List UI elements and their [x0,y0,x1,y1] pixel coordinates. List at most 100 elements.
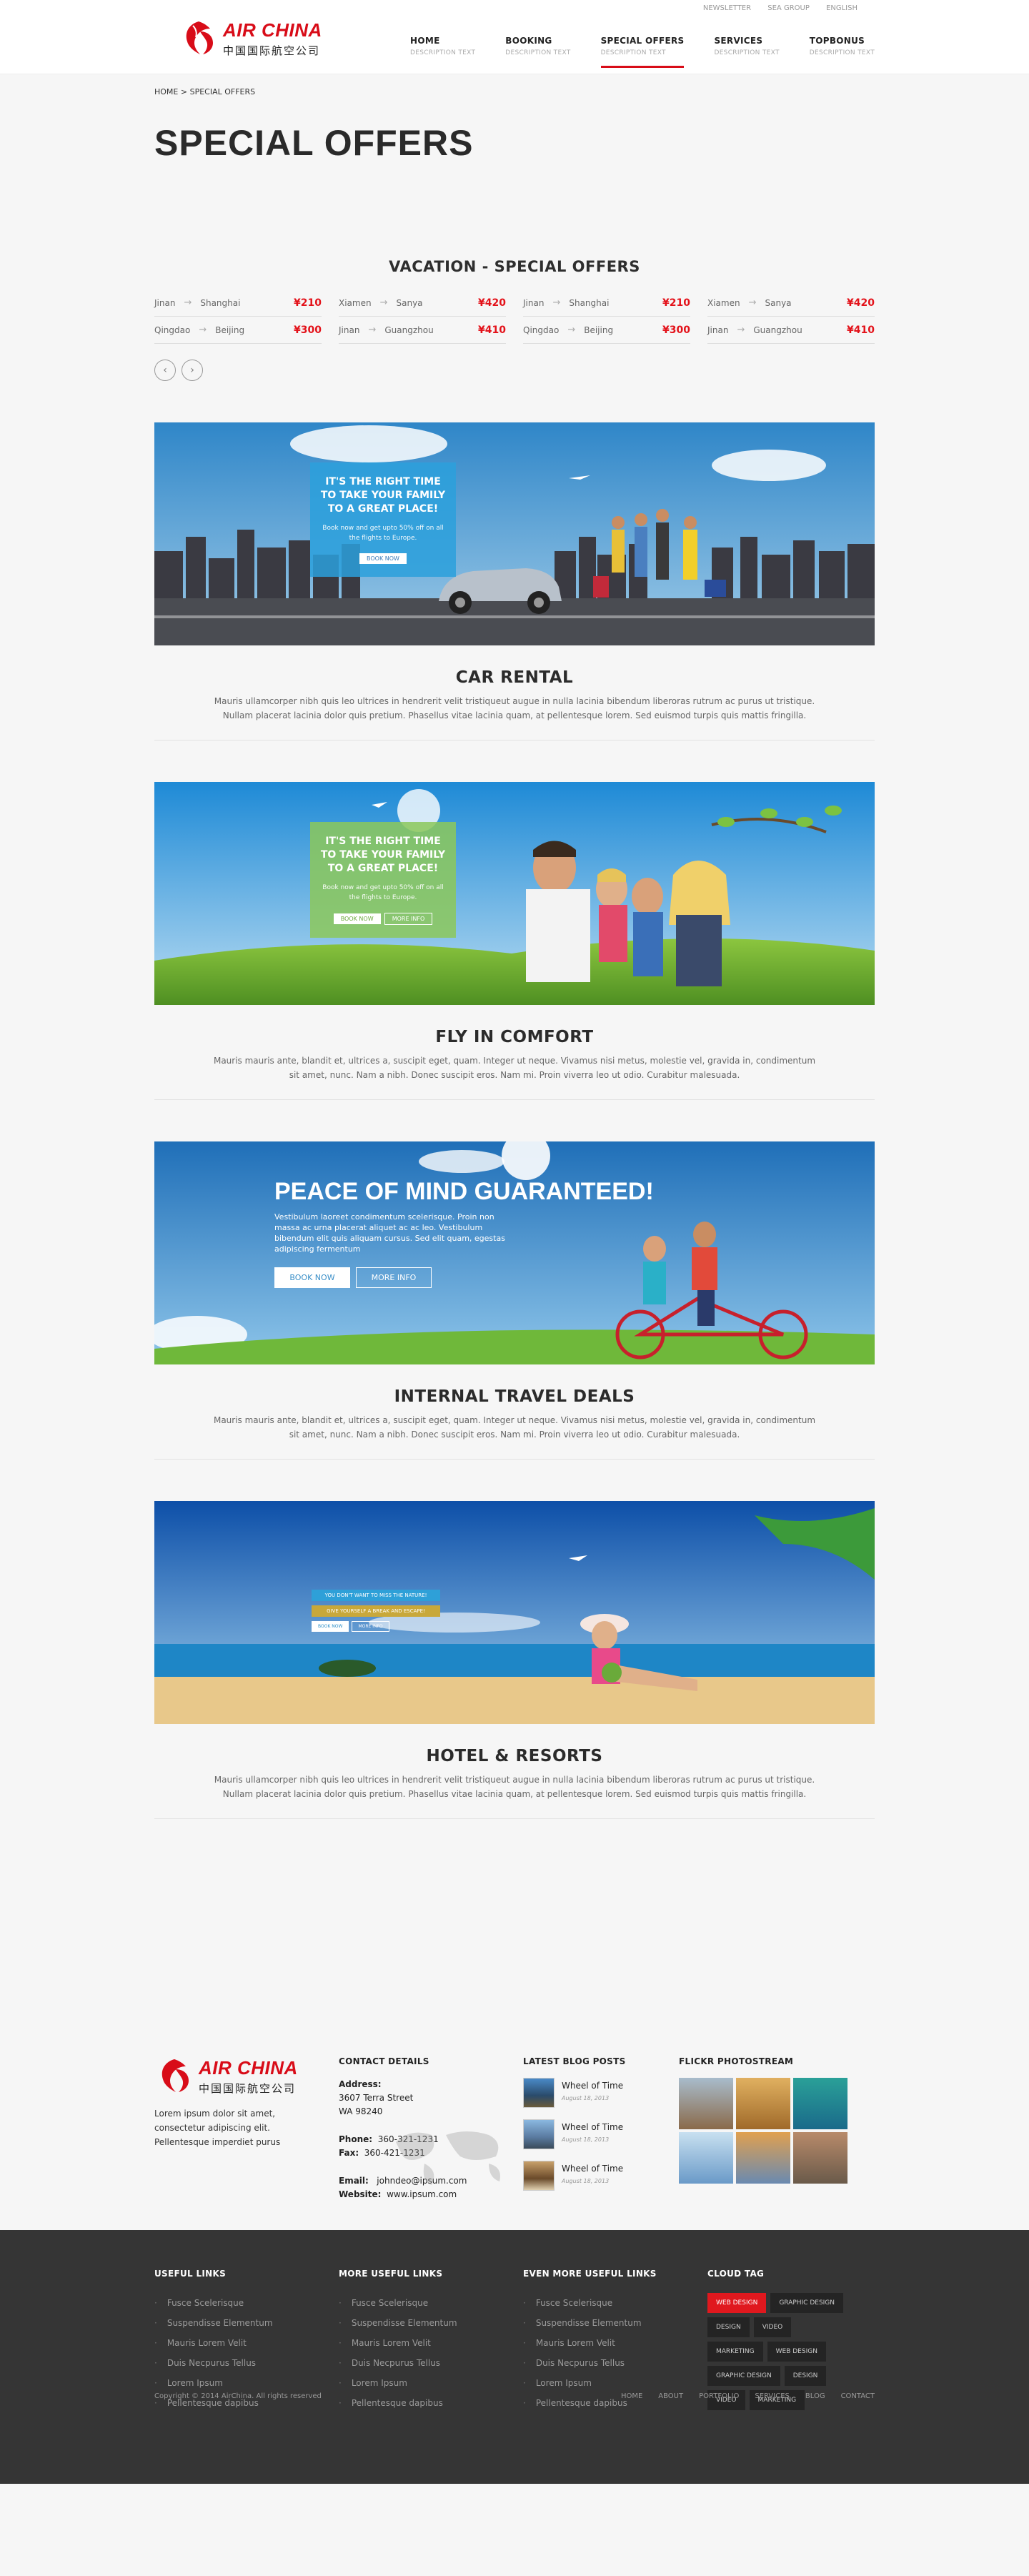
internal-travel-banner[interactable]: PEACE OF MIND GUARANTEED! Vestibulum lao… [154,1141,875,1364]
blog-post-date: August 18, 2013 [562,2095,610,2101]
flickr-photo[interactable] [736,2132,790,2184]
flickr-photo[interactable] [736,2078,790,2129]
tag[interactable]: WEB DESIGN [707,2293,767,2313]
service-fly-in-comfort: IT'S THE RIGHT TIME TO TAKE YOUR FAMILY … [154,782,875,1100]
internal-travel-promo: PEACE OF MIND GUARANTEED! Vestibulum lao… [274,1179,654,1288]
offer-item[interactable]: Jinan → Shanghai ¥210 [523,289,690,317]
promo-title: IT'S THE RIGHT TIME TO TAKE YOUR FAMILY … [320,476,446,515]
flickr-photo[interactable] [793,2132,847,2184]
chevron-left-icon[interactable]: ‹ [154,360,176,381]
language-link[interactable]: ENGLISH [826,4,858,12]
tag[interactable]: WEB DESIGN [767,2342,826,2362]
service-text: Mauris mauris ante, blandit et, ultrices… [213,1056,816,1080]
promo-text: GIVE YOURSELF A BREAK AND ESCAPE! [312,1605,440,1617]
bottom-link-blog[interactable]: BLOG [805,2392,825,2400]
air-china-logo[interactable]: AIR CHINA 中国国际航空公司 [179,19,322,59]
footer-link[interactable]: Mauris Lorem Velit [339,2333,523,2353]
nav-services[interactable]: SERVICES DESCRIPTION TEXT [714,36,779,66]
more-info-button[interactable]: MORE INFO [352,1621,389,1632]
offer-item[interactable]: Xiamen → Sanya ¥420 [707,289,875,317]
footer-link[interactable]: Mauris Lorem Velit [154,2333,339,2353]
bottom-link-services[interactable]: SERVICES [755,2392,790,2400]
arrow-right-icon: → [199,325,207,335]
service-title: CAR RENTAL [455,668,574,687]
tag[interactable]: GRAPHIC DESIGN [770,2293,844,2313]
more-info-button[interactable]: MORE INFO [356,1267,432,1288]
logo-text-cn: 中国国际航空公司 [199,2082,297,2095]
offer-item[interactable]: Qingdao → Beijing ¥300 [523,317,690,344]
tag[interactable]: VIDEO [753,2317,792,2337]
tag[interactable]: GRAPHIC DESIGN [707,2366,780,2386]
promo-text: Vestibulum laoreet condimentum scelerisq… [274,1212,505,1254]
bottom-link-about[interactable]: ABOUT [658,2392,683,2400]
footer-link[interactable]: Lorem Ipsum [523,2373,707,2393]
offer-item[interactable]: Xiamen → Sanya ¥420 [339,289,506,317]
book-now-button[interactable]: BOOK NOW [333,913,381,924]
flickr-photo[interactable] [793,2078,847,2129]
offer-to: Sanya [765,297,792,308]
nav-title: SPECIAL OFFERS [600,36,685,46]
book-now-button[interactable]: BOOK NOW [359,553,407,564]
footer-link[interactable]: Fusce Scelerisque [154,2293,339,2313]
offer-price: ¥420 [478,297,506,309]
nav-title: HOME [410,36,440,46]
blog-post[interactable]: Wheel of Time August 18, 2013 [523,2119,679,2149]
offer-to: Sanya [396,297,423,308]
offer-item[interactable]: Jinan → Guangzhou ¥410 [707,317,875,344]
tag[interactable]: DESIGN [707,2317,750,2337]
footer-link[interactable]: Mauris Lorem Velit [523,2333,707,2353]
flickr-photo[interactable] [679,2132,733,2184]
footer-link[interactable]: Suspendisse Elementum [154,2313,339,2333]
book-now-button[interactable]: BOOK NOW [312,1621,349,1632]
phoenix-logo-icon [161,2059,189,2092]
blog-post[interactable]: Wheel of Time August 18, 2013 [523,2161,679,2191]
tag[interactable]: MARKETING [707,2342,763,2362]
hotel-resorts-image [154,1501,875,1724]
breadcrumb[interactable]: HOME > SPECIAL OFFERS [154,74,875,96]
sea-group-link[interactable]: SEA GROUP [767,4,810,12]
footer-top: AIR CHINA 中国国际航空公司 Lorem ipsum dolor sit… [154,2056,875,2230]
bottom-link-portfolio[interactable]: PORTFOLIO [699,2392,739,2400]
offers-grid: Jinan → Shanghai ¥210 Xiamen → Sanya ¥420 Jina… [154,289,875,344]
main-nav: HOME DESCRIPTION TEXT BOOKING DESCRIPTIO… [410,36,905,68]
flickr-photo[interactable] [679,2078,733,2129]
divider [154,1818,875,1819]
footer-link[interactable]: Suspendisse Elementum [523,2313,707,2333]
footer-link[interactable]: Fusce Scelerisque [339,2293,523,2313]
nav-special-offers[interactable]: SPECIAL OFFERS DESCRIPTION TEXT [600,36,685,68]
offer-item[interactable]: Jinan → Shanghai ¥210 [154,289,322,317]
footer-link[interactable]: Suspendisse Elementum [339,2313,523,2333]
bottom-link-contact[interactable]: CONTACT [841,2392,875,2400]
logo-text-en: AIR CHINA [199,2057,298,2079]
more-info-button[interactable]: MORE INFO [384,913,433,925]
page-title: SPECIAL OFFERS [154,123,474,163]
newsletter-link[interactable]: NEWSLETTER [703,4,751,12]
offer-price: ¥300 [294,324,322,336]
footer-logo[interactable]: AIR CHINA 中国国际航空公司 [154,2056,339,2096]
footer-link[interactable]: Duis Necpurus Tellus [339,2353,523,2373]
offer-item[interactable]: Jinan → Guangzhou ¥410 [339,317,506,344]
service-title: FLY IN COMFORT [435,1028,594,1046]
bottom-link-home[interactable]: HOME [621,2392,642,2400]
blog-thumbnail [523,2119,555,2149]
nav-booking[interactable]: BOOKING DESCRIPTION TEXT [505,36,570,66]
footer-link[interactable]: Duis Necpurus Tellus [523,2353,707,2373]
car-rental-banner[interactable]: IT'S THE RIGHT TIME TO TAKE YOUR FAMILY … [154,422,875,645]
footer-link[interactable]: Fusce Scelerisque [523,2293,707,2313]
chevron-right-icon[interactable]: › [182,360,203,381]
tag[interactable]: DESIGN [784,2366,827,2386]
footer-link[interactable]: Lorem Ipsum [339,2373,523,2393]
nav-home[interactable]: HOME DESCRIPTION TEXT [410,36,475,66]
fly-in-comfort-banner[interactable]: IT'S THE RIGHT TIME TO TAKE YOUR FAMILY … [154,782,875,1005]
footer-link[interactable]: Lorem Ipsum [154,2373,339,2393]
hotel-resorts-banner[interactable]: YOU DON'T WANT TO MISS THE NATURE! GIVE … [154,1501,875,1724]
book-now-button[interactable]: BOOK NOW [274,1267,350,1288]
cloud-tag-heading: CLOUD TAG [707,2269,765,2279]
offer-price: ¥420 [847,297,875,309]
offer-item[interactable]: Qingdao → Beijing ¥300 [154,317,322,344]
fly-in-comfort-image [154,782,875,1005]
arrow-right-icon: → [379,297,388,308]
footer-link[interactable]: Duis Necpurus Tellus [154,2353,339,2373]
blog-post[interactable]: Wheel of Time August 18, 2013 [523,2078,679,2108]
nav-topbonus[interactable]: TOPBONUS DESCRIPTION TEXT [810,36,875,66]
